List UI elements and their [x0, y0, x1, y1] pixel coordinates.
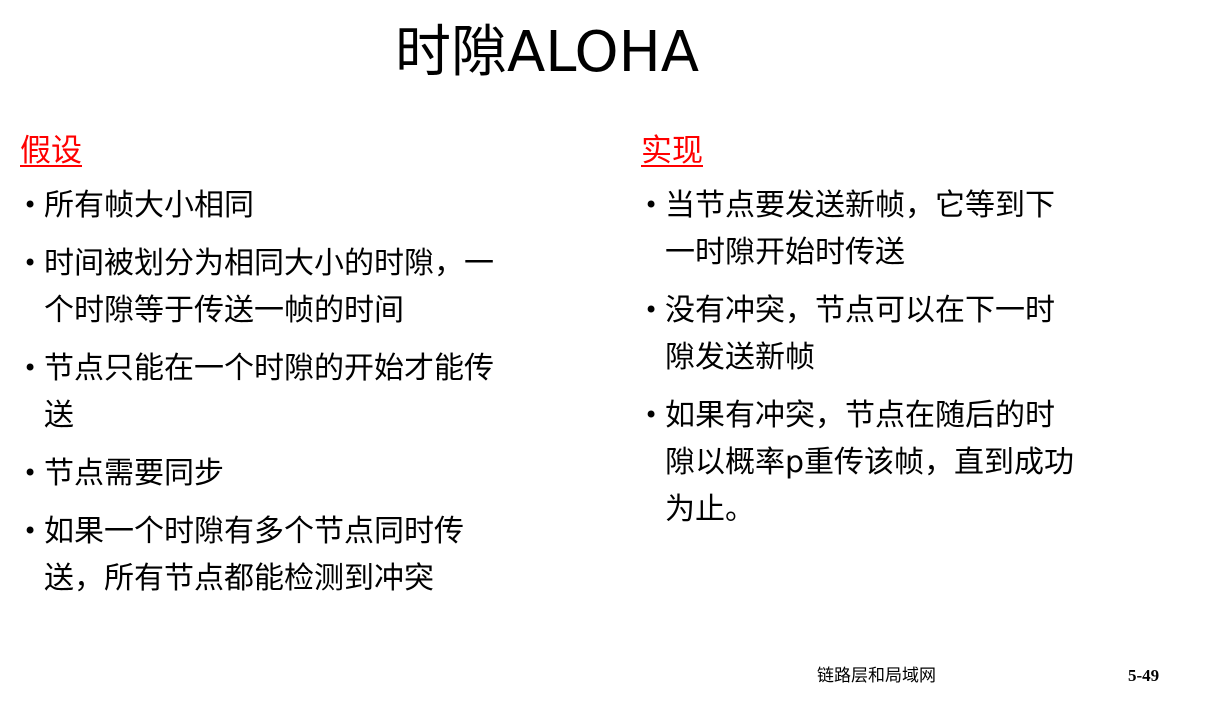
footer-label: 链路层和局域网 — [817, 666, 936, 686]
bullet-icon: • — [644, 191, 659, 219]
bullet-icon: • — [23, 354, 38, 382]
implementation-heading: 实现 — [641, 133, 703, 169]
list-item: • 没有冲突，节点可以在下一时隙发送新帧 — [641, 287, 1075, 381]
bullet-icon: • — [644, 401, 659, 429]
list-item: • 时间被划分为相同大小的时隙，一个时隙等于传送一帧的时间 — [20, 240, 514, 334]
list-item: • 节点只能在一个时隙的开始才能传送 — [20, 345, 514, 439]
bullet-icon: • — [644, 296, 659, 324]
list-item-text: 时间被划分为相同大小的时隙，一个时隙等于传送一帧的时间 — [44, 246, 494, 328]
list-item-text: 如果一个时隙有多个节点同时传送，所有节点都能检测到冲突 — [44, 514, 464, 596]
list-item: • 节点需要同步 — [20, 450, 514, 497]
bullet-icon: • — [23, 459, 38, 487]
slide-title: 时隙ALOHA — [395, 20, 700, 85]
page-number: 5-49 — [1128, 666, 1160, 685]
list-item-text: 节点需要同步 — [44, 456, 224, 491]
list-item-text: 如果有冲突，节点在随后的时隙以概率p重传该帧，直到成功为止。 — [665, 398, 1075, 527]
bullet-icon: • — [23, 517, 38, 545]
bullet-icon: • — [23, 191, 38, 219]
list-item-text: 节点只能在一个时隙的开始才能传送 — [44, 351, 494, 433]
assumptions-column: 假设 • 所有帧大小相同 • 时间被划分为相同大小的时隙，一个时隙等于传送一帧的时间… — [20, 130, 580, 613]
implementation-list: • 当节点要发送新帧，它等到下一时隙开始时传送 • 没有冲突，节点可以在下一时隙发送… — [641, 182, 1181, 533]
assumptions-heading: 假设 — [20, 133, 82, 169]
list-item-text: 所有帧大小相同 — [44, 188, 254, 223]
assumptions-list: • 所有帧大小相同 • 时间被划分为相同大小的时隙，一个时隙等于传送一帧的时间 • 节… — [20, 182, 580, 602]
list-item-text: 当节点要发送新帧，它等到下一时隙开始时传送 — [665, 188, 1055, 270]
implementation-column: 实现 • 当节点要发送新帧，它等到下一时隙开始时传送 • 没有冲突，节点可以在下一时… — [641, 130, 1181, 544]
list-item: • 所有帧大小相同 — [20, 182, 514, 229]
list-item: • 如果一个时隙有多个节点同时传送，所有节点都能检测到冲突 — [20, 508, 514, 602]
list-item: • 如果有冲突，节点在随后的时隙以概率p重传该帧，直到成功为止。 — [641, 392, 1075, 533]
bullet-icon: • — [23, 249, 38, 277]
list-item: • 当节点要发送新帧，它等到下一时隙开始时传送 — [641, 182, 1075, 276]
list-item-text: 没有冲突，节点可以在下一时隙发送新帧 — [665, 293, 1055, 375]
